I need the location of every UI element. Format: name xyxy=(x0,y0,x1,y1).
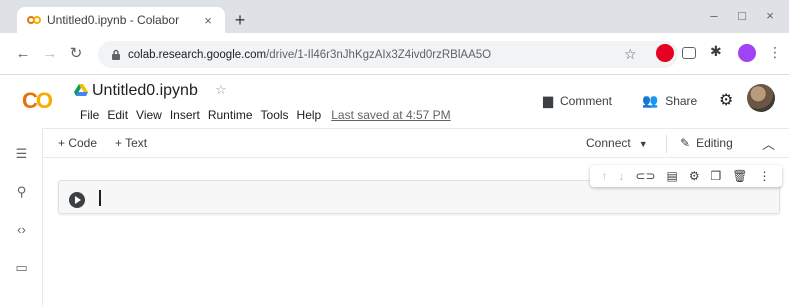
browser-tab-strip: Untitled0.ipynb - Colabor × + – □ × xyxy=(0,0,789,33)
comment-cell-icon[interactable]: ▤ xyxy=(667,169,678,183)
tab-title: Untitled0.ipynb - Colabor xyxy=(47,13,180,27)
menu-view[interactable]: View xyxy=(136,108,162,122)
run-cell-icon[interactable] xyxy=(69,192,85,208)
connect-label: Connect xyxy=(586,136,631,150)
link-icon[interactable]: ⊂⊃ xyxy=(635,169,655,183)
browser-tab[interactable]: Untitled0.ipynb - Colabor × xyxy=(17,7,225,33)
star-notebook-icon[interactable]: ☆ xyxy=(215,82,227,98)
cell-settings-icon[interactable]: ⚙ xyxy=(689,169,700,183)
pinterest-extension-icon[interactable] xyxy=(656,44,674,62)
menu-insert[interactable]: Insert xyxy=(170,108,200,122)
user-avatar[interactable] xyxy=(747,84,775,112)
address-bar[interactable]: colab.research.google.com/drive/1-Il46r3… xyxy=(98,41,678,68)
add-code-button[interactable]: + Code xyxy=(58,136,97,150)
files-folder-icon[interactable]: ▭ xyxy=(0,260,43,276)
maximize-icon[interactable]: □ xyxy=(734,8,750,23)
editing-mode-button[interactable]: ✎ Editing xyxy=(680,136,733,150)
tab-close-icon[interactable]: × xyxy=(199,13,217,28)
reload-icon[interactable]: ↻ xyxy=(67,45,85,63)
delete-cell-icon[interactable]: 🗑 xyxy=(732,169,747,183)
url-path: /drive/1-Il46r3nJhKgzAIx3Z4ivd0rzRBlAA5O xyxy=(266,48,492,61)
search-icon[interactable]: ⚲ xyxy=(0,184,43,200)
colab-favicon-icon xyxy=(27,16,41,24)
menu-help[interactable]: Help xyxy=(297,108,322,122)
editing-label: Editing xyxy=(696,136,733,150)
pencil-icon: ✎ xyxy=(680,136,691,150)
settings-gear-icon[interactable]: ⚙ xyxy=(719,90,733,110)
more-options-icon[interactable]: ⋮ xyxy=(758,169,770,183)
lock-icon xyxy=(112,49,120,60)
menu-edit[interactable]: Edit xyxy=(107,108,128,122)
colab-logo[interactable]: CO xyxy=(22,88,53,114)
bookmark-star-icon[interactable]: ☆ xyxy=(624,46,637,63)
comment-button[interactable]: ▆ Comment xyxy=(543,93,612,109)
comment-icon: ▆ xyxy=(543,93,553,108)
url-host: colab.research.google.com xyxy=(128,48,267,61)
cell-toolbar: ↑ ↓ ⊂⊃ ▤ ⚙ ❐ 🗑 ⋮ xyxy=(590,165,782,187)
people-icon: 👥 xyxy=(642,93,659,108)
dropdown-caret-icon: ▼ xyxy=(638,139,648,149)
camera-extension-icon[interactable] xyxy=(682,47,696,59)
new-tab-button[interactable]: + xyxy=(230,10,250,31)
notebook-toolbar: + Code + Text Connect ▼ ✎ Editing ︿ xyxy=(0,128,789,158)
browser-profile-icon[interactable] xyxy=(738,44,756,62)
window-close-icon[interactable]: × xyxy=(762,8,778,23)
collapse-header-icon[interactable]: ︿ xyxy=(762,134,775,153)
last-saved-link[interactable]: Last saved at 4:57 PM xyxy=(331,108,450,122)
forward-arrow-icon[interactable]: → xyxy=(41,45,59,63)
google-drive-icon xyxy=(74,84,88,96)
minimize-icon[interactable]: – xyxy=(706,8,722,23)
move-up-icon[interactable]: ↑ xyxy=(601,169,607,183)
menu-bar: File Edit View Insert Runtime Tools Help… xyxy=(80,108,459,122)
puzzle-extension-icon[interactable]: ✱ xyxy=(710,43,726,61)
colab-header: CO Untitled0.ipynb ☆ File Edit View Inse… xyxy=(0,76,789,128)
comment-label: Comment xyxy=(560,94,613,108)
move-down-icon[interactable]: ↓ xyxy=(618,169,624,183)
share-button[interactable]: 👥 Share xyxy=(642,93,697,109)
menu-tools[interactable]: Tools xyxy=(261,108,289,122)
back-arrow-icon[interactable]: ← xyxy=(14,45,32,63)
menu-file[interactable]: File xyxy=(80,108,99,122)
mirror-cell-icon[interactable]: ❐ xyxy=(711,169,722,183)
add-text-button[interactable]: + Text xyxy=(115,136,147,150)
text-cursor xyxy=(99,190,101,206)
browser-menu-icon[interactable]: ⋮ xyxy=(768,44,782,61)
menu-runtime[interactable]: Runtime xyxy=(208,108,253,122)
table-of-contents-icon[interactable]: ☰ xyxy=(0,146,43,162)
connect-button[interactable]: Connect ▼ xyxy=(586,136,648,150)
left-sidebar: ☰ ⚲ ‹› ▭ xyxy=(0,128,43,306)
toolbar-divider xyxy=(666,135,667,153)
code-snippets-icon[interactable]: ‹› xyxy=(0,222,43,237)
notebook-title[interactable]: Untitled0.ipynb xyxy=(92,82,198,100)
share-label: Share xyxy=(665,94,698,108)
